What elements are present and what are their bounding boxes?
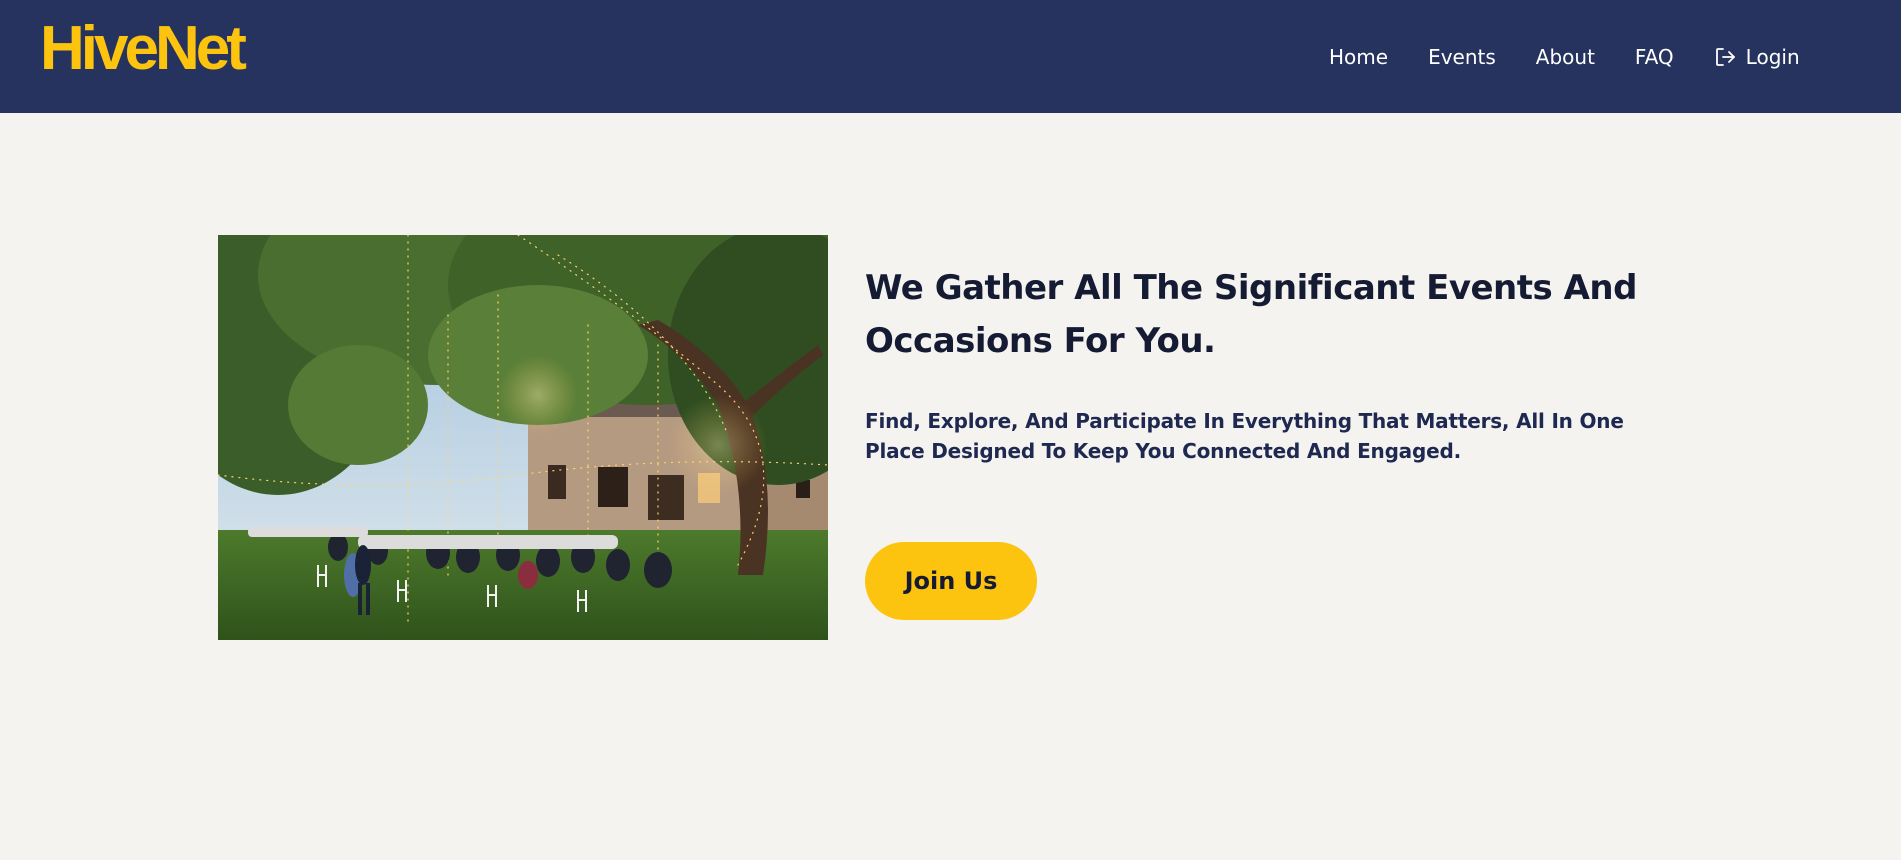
nav-home-label: Home [1329, 44, 1389, 69]
nav-faq-link[interactable]: FAQ [1635, 45, 1674, 69]
nav-about-link[interactable]: About [1536, 45, 1595, 69]
nav-home-link[interactable]: Home [1329, 45, 1388, 69]
nav-login-link[interactable]: Login [1714, 45, 1800, 69]
nav-faq-label: FAQ [1634, 44, 1674, 69]
hero-title: We Gather All The Significant Events And… [865, 268, 1637, 361]
top-navigation-bar: HiveNet Home Events About FAQ Login [0, 0, 1901, 113]
hivenet-logo[interactable]: HiveNet [40, 16, 247, 82]
nav-login-label: Login [1745, 44, 1800, 69]
event-photo [218, 235, 828, 640]
nav-events-label: Events [1428, 44, 1496, 69]
login-icon [1714, 46, 1736, 68]
hero-subtitle: Find, Explore, And Participate In Everyt… [865, 409, 1624, 463]
main-nav: Home Events About FAQ Login [1329, 0, 1800, 113]
nav-about-label: About [1535, 44, 1595, 69]
join-us-button[interactable]: Join Us [865, 542, 1037, 620]
nav-events-link[interactable]: Events [1428, 45, 1496, 69]
